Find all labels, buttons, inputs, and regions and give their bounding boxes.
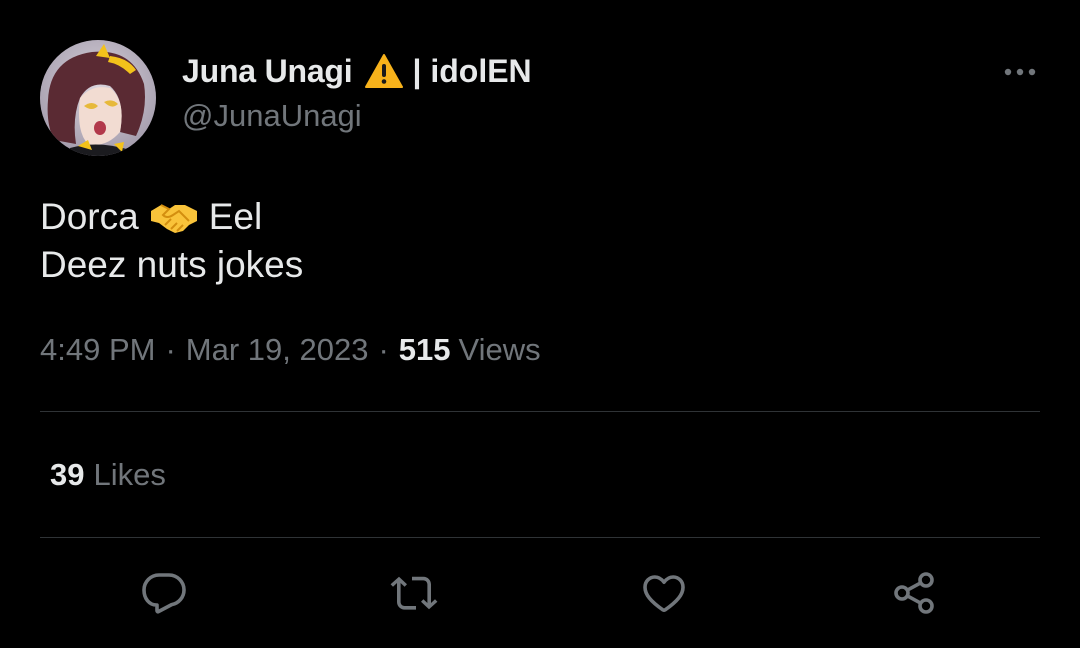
warning-icon — [364, 53, 404, 89]
tweet-detail: Juna Unagi | idolEN @JunaUnagi Dorca Eel… — [0, 0, 1080, 648]
divider — [40, 537, 1040, 538]
tweet-time[interactable]: 4:49 PM — [40, 332, 155, 368]
meta-separator: · — [165, 332, 176, 367]
tweet-line-2: Deez nuts jokes — [40, 244, 304, 285]
avatar-image — [40, 40, 156, 156]
tweet-line-1: Dorca Eel — [40, 193, 303, 241]
likes-count: 39 — [50, 457, 85, 492]
avatar[interactable] — [40, 40, 156, 156]
retweet-button[interactable] — [389, 568, 439, 618]
likes-stat[interactable]: 39 Likes — [50, 455, 166, 495]
user-handle[interactable]: @JunaUnagi — [182, 98, 362, 134]
like-icon — [643, 575, 685, 612]
reply-icon — [142, 573, 186, 614]
tweet-text-part: Dorca — [40, 196, 139, 237]
handshake-icon — [149, 199, 199, 235]
likes-label: Likes — [93, 457, 166, 492]
share-button[interactable] — [889, 568, 939, 618]
display-name[interactable]: Juna Unagi — [182, 53, 353, 90]
share-icon — [894, 572, 934, 614]
views-count: 515 — [398, 332, 451, 367]
tweet-text-part: Eel — [208, 196, 263, 237]
retweet-icon — [390, 576, 438, 610]
display-name-suffix[interactable]: | idolEN — [412, 53, 531, 90]
tweet-text: Dorca Eel Deez nuts jokes — [40, 193, 303, 289]
reply-button[interactable] — [139, 568, 189, 618]
tweet-meta: 4:49 PM · Mar 19, 2023 · 515 Views — [40, 330, 541, 370]
more-options-icon[interactable] — [1000, 60, 1040, 84]
like-button[interactable] — [639, 568, 689, 618]
author-name-row[interactable]: Juna Unagi | idolEN — [182, 50, 532, 92]
meta-separator: · — [378, 332, 389, 367]
divider — [40, 411, 1040, 412]
views-label: Views — [458, 332, 541, 367]
tweet-date[interactable]: Mar 19, 2023 — [186, 332, 369, 368]
